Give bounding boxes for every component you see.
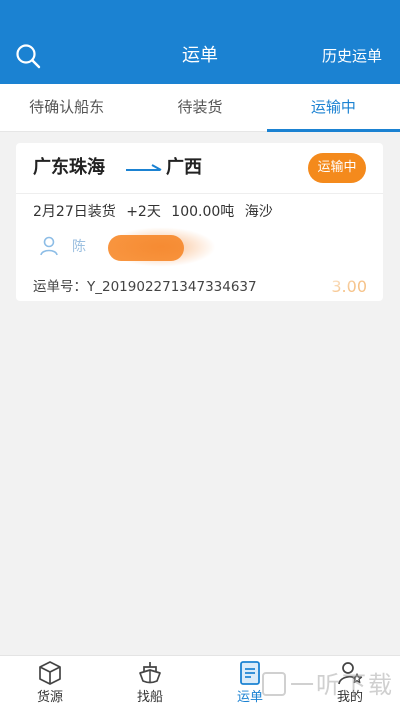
contact-row: 陈 xyxy=(38,235,208,261)
ship-icon xyxy=(139,662,161,684)
cargo-info: 2月27日装货 +2天 100.00吨 海沙 xyxy=(33,201,279,223)
status-tabs: 待确认船东 待装货 运输中 xyxy=(0,84,400,132)
route-arrow-icon xyxy=(126,164,162,171)
load-days: +2天 xyxy=(126,204,161,220)
nav-item-find-ship[interactable]: 找船 xyxy=(100,656,200,711)
tab-pending-confirm[interactable]: 待确认船东 xyxy=(0,84,133,131)
origin-port: 广东珠海 xyxy=(33,157,105,178)
history-orders-button[interactable]: 历史运单 xyxy=(322,46,382,66)
status-badge: 运输中 xyxy=(308,153,366,183)
document-icon xyxy=(240,661,260,685)
nav-label-cargo: 货源 xyxy=(36,690,63,705)
tab-pending-load[interactable]: 待装货 xyxy=(133,84,266,131)
contact-button[interactable] xyxy=(108,235,184,261)
app-header: 运单 历史运单 xyxy=(0,0,400,84)
nav-label-find-ship: 找船 xyxy=(136,690,163,705)
route-row: 广东珠海 广西 运输中 xyxy=(16,143,383,194)
watermark: 一听下载 xyxy=(262,670,394,700)
cargo-type: 海沙 xyxy=(244,204,273,220)
contact-name: 陈 xyxy=(72,239,86,255)
order-price: 3.00 xyxy=(331,277,367,296)
nav-item-cargo[interactable]: 货源 xyxy=(0,656,100,711)
order-number: 运单号：Y_201902271347334637 xyxy=(33,279,257,295)
watermark-logo-icon xyxy=(262,672,286,696)
user-icon xyxy=(40,236,58,256)
load-date: 2月27日装货 xyxy=(33,204,116,220)
cargo-weight: 100.00吨 xyxy=(171,204,235,220)
box-icon xyxy=(39,661,61,685)
tab-in-transit[interactable]: 运输中 xyxy=(266,84,400,132)
watermark-text: 一听下载 xyxy=(290,671,394,699)
destination-port: 广西 xyxy=(166,157,202,178)
order-card[interactable]: 广东珠海 广西 运输中 2月27日装货 +2天 100.00吨 海沙 陈 运单号… xyxy=(16,143,383,301)
